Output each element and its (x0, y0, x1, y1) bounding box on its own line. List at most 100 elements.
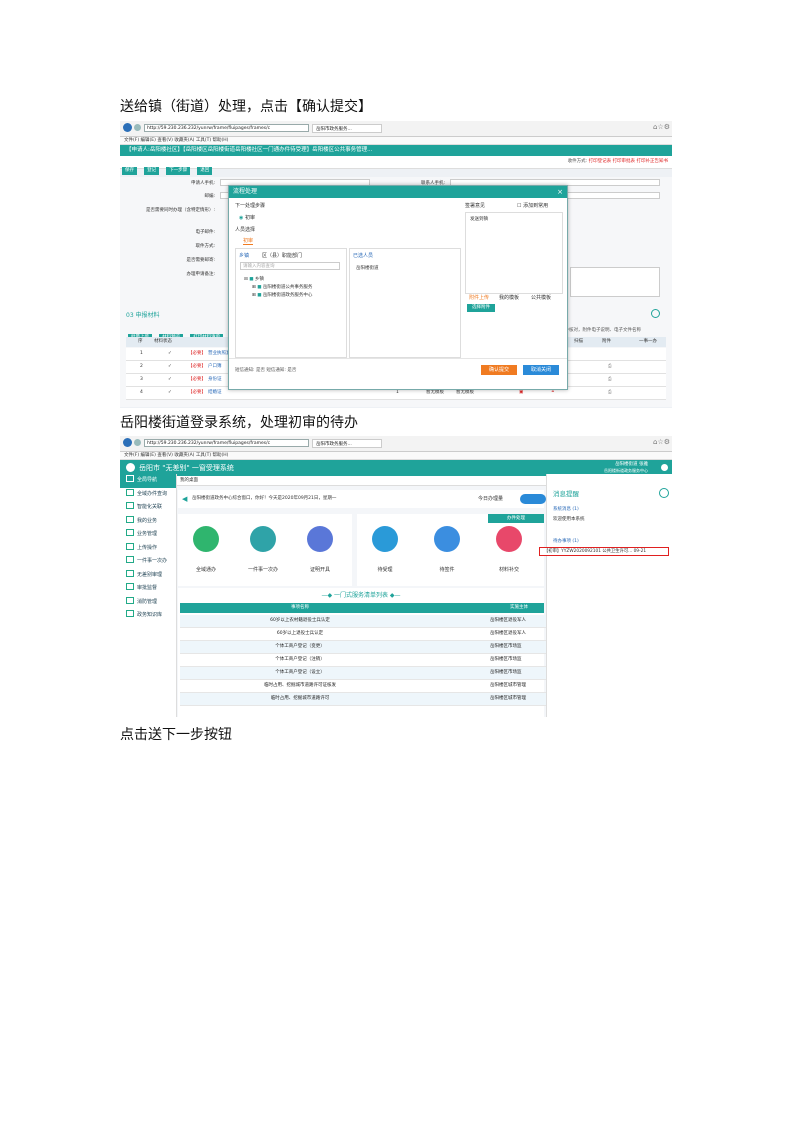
back-icon[interactable] (123, 123, 132, 132)
browser-menu[interactable]: 文件(F) 编辑(E) 查看(V) 收藏夹(A) 工具(T) 帮助(H) (120, 452, 672, 460)
logo-icon (126, 463, 135, 472)
close-icon[interactable]: × (557, 186, 563, 198)
tab-attachment[interactable]: 附件上传 (469, 294, 489, 301)
selected-label: 已选人员 (353, 253, 374, 259)
print-icon[interactable]: ⎙ (608, 374, 612, 386)
screenshot-dashboard: http://59.230.236.232/yunrw/frame/fluipa… (120, 436, 672, 717)
save-button[interactable]: 保存 (122, 167, 137, 175)
caption-step2: 岳阳楼街道登录系统，处理初审的待办 (120, 415, 358, 431)
sidebar-item-fire[interactable]: 消防管理 (120, 596, 176, 610)
list-item[interactable]: 个体工商户登记（注销） 岳阳楼区市场监 (180, 654, 546, 667)
process-tag: 办件处理 (488, 514, 544, 523)
list-item[interactable]: 临时占用、挖掘城市道路许可证核发 岳阳楼区城市管理 (180, 680, 546, 693)
materials-note: 原件核对，附件电子说明、电子文件名称 (560, 328, 641, 333)
add-common-checkbox[interactable]: ☐ 添加到常用 (517, 202, 548, 209)
tab-district-dept[interactable]: 区（县）职能部门 (262, 252, 302, 259)
pending-accept-icon[interactable] (372, 526, 398, 552)
tree-node[interactable]: ⊞ ■ 岳阳楼街道政务服务中心 (252, 292, 312, 298)
list-item[interactable]: 60岁以上农村籍退役士兵认定 岳阳楼区退役军人 (180, 615, 546, 628)
browser-tab[interactable]: 岳阳市政务服务... (312, 439, 382, 448)
form-label: 申请人手机: (190, 181, 215, 186)
tree-search-input[interactable]: 请输入内容查询 (240, 262, 340, 270)
process-dialog: 流程处理 × 下一处理步骤 ◉ 初审 人员选择 初审 乡镇 区（县）职能部门 请输… (228, 185, 568, 390)
tab-township[interactable]: 乡镇 (239, 252, 249, 259)
sidebar-item-review[interactable]: 无差别审理 (120, 569, 176, 583)
sidebar-item-global-nav[interactable]: 全局导航 (120, 474, 176, 488)
forward-icon[interactable] (134, 439, 141, 446)
tree-node[interactable]: ⊟ ■ 乡镇 (244, 276, 264, 282)
tab-my-desktop[interactable]: 我的桌面 (180, 476, 198, 485)
today-count-button[interactable] (520, 494, 546, 504)
sidebar-item-upload[interactable]: 上传操作 (120, 542, 176, 556)
list-item[interactable]: 个体工商户登记（设立） 岳阳楼区市场监 (180, 667, 546, 680)
circle-label: 证明开具 (309, 567, 330, 573)
system-message-label: 系统消息 (1) (553, 507, 579, 512)
supplement-icon[interactable] (496, 526, 522, 552)
back-icon[interactable] (123, 438, 132, 447)
remark-textarea[interactable] (570, 267, 660, 297)
tab-my-template[interactable]: 我的模板 (499, 294, 519, 301)
opinion-label: 签署意见 (465, 203, 486, 209)
list-item[interactable]: 临时占用、挖掘城市道路许可 岳阳楼区城市管理 (180, 693, 546, 706)
print-links[interactable]: 收件方式: 打印登记表 打印审批表 打印补正告知书 (568, 158, 668, 166)
global-service-icon[interactable] (193, 526, 219, 552)
welcome-text: 岳阳楼街道政务中心综合窗口，你好！今天是2020年09月21日，星期一 (192, 496, 337, 501)
select-attachment-button[interactable]: 选择附件 (467, 304, 495, 312)
tab-public-template[interactable]: 公共模板 (531, 294, 551, 301)
home-star-gear-icons[interactable]: ⌂☆⚙ (653, 123, 670, 131)
browser-toolbar: http://59.230.236.232/yunrw/frame/fluipa… (120, 436, 672, 452)
service-panel-left: 全域通办 一件事一次办 证明开具 (178, 514, 352, 586)
one-thing-icon[interactable] (250, 526, 276, 552)
cancel-close-button[interactable]: 取消关闭 (523, 365, 559, 375)
return-button[interactable]: 退回 (197, 167, 213, 175)
list-title: —◆ 一门式服务清单列表 ◆— (321, 592, 401, 599)
home-star-gear-icons[interactable]: ⌂☆⚙ (653, 438, 670, 446)
page-titlebar: 【申请人:岳阳楼社区】【岳阳楼区岳阳楼街道岳阳楼社区一门通办件待受理】岳阳楼区公… (120, 145, 672, 156)
sidebar-item-one-thing[interactable]: 一件事一次办 (120, 555, 176, 569)
tab-first-review[interactable]: 初审 (243, 237, 254, 245)
form-label: 取件方式: (195, 244, 215, 249)
address-bar[interactable]: http://59.230.236.232/yunrw/frame/fluipa… (144, 124, 309, 132)
circle-label: 一件事一次办 (247, 567, 278, 573)
dialog-title: 流程处理 × (229, 186, 567, 198)
certificate-icon[interactable] (307, 526, 333, 552)
collapse-icon[interactable] (651, 309, 660, 318)
pending-sign-icon[interactable] (434, 526, 460, 552)
sidebar-item-business-mgmt[interactable]: 业务管理 (120, 528, 176, 542)
selected-people-panel: 已选人员 岳阳楼街道 (349, 248, 461, 358)
todo-label: 待办事项 (1) (553, 539, 579, 544)
tree-node[interactable]: ⊞ ■ 岳阳楼街道公共事务服务 (252, 284, 312, 290)
step-radio[interactable]: ◉ 初审 (239, 214, 255, 221)
form-label: 是否需要邮寄: (186, 258, 215, 263)
selected-item[interactable]: 岳阳楼街道 (356, 265, 379, 271)
browser-tab[interactable]: 岳阳市政务服务... (312, 124, 382, 133)
caption-step1: 送给镇（街道）处理，点击【确认提交】 (120, 99, 372, 115)
sms-notify[interactable]: 短信通知: 是否 短信通知: 是否 (235, 367, 296, 373)
form-label: 邮编: (204, 194, 215, 199)
org-tree-panel: 乡镇 区（县）职能部门 请输入内容查询 ⊟ ■ 乡镇 ⊞ ■ 岳阳楼街道公共事务… (235, 248, 347, 358)
next-step-button[interactable]: 下一步骤 (166, 167, 191, 175)
collapse-icon[interactable] (659, 488, 669, 498)
todo-item-highlighted[interactable]: 【初审】YYZW2020092101 公共卫生许可... 09-21 (539, 547, 669, 556)
sidebar-item-supervise[interactable]: 审批监督 (120, 582, 176, 596)
sidebar-item-smart[interactable]: 智能化关联 (120, 501, 176, 515)
browser-menu[interactable]: 文件(F) 编辑(E) 查看(V) 收藏夹(A) 工具(T) 帮助(H) (120, 137, 672, 145)
register-button[interactable]: 登记 (144, 167, 160, 175)
list-item[interactable]: 60岁以上退役士兵认定 岳阳楼区退役军人 (180, 628, 546, 641)
speaker-icon: ◀ (182, 495, 188, 503)
list-item[interactable]: 个体工商户登记（变更） 岳阳楼区市场监 (180, 641, 546, 654)
address-bar[interactable]: http://59.230.236.232/yunrw/frame/fluipa… (144, 439, 309, 447)
next-step-label: 下一处理步骤 (235, 203, 266, 209)
power-icon[interactable] (661, 464, 668, 471)
forward-icon[interactable] (134, 124, 141, 131)
circle-label: 待签件 (439, 567, 455, 573)
confirm-submit-button[interactable]: 确认提交 (481, 365, 517, 375)
opinion-textarea[interactable]: 发送到镇 (465, 212, 563, 294)
sidebar: 全局导航 全域办件查询 智能化关联 我的业务 业务管理 上传操作 一件事一次办 … (120, 474, 177, 717)
sidebar-item-knowledge[interactable]: 政务知识库 (120, 609, 176, 623)
print-icon[interactable]: ⎙ (608, 387, 612, 399)
sidebar-item-my-business[interactable]: 我的业务 (120, 515, 176, 529)
sidebar-item-query[interactable]: 全域办件查询 (120, 488, 176, 502)
print-icon[interactable]: ⎙ (608, 361, 612, 373)
system-message-item[interactable]: 欢迎使用本系统 (553, 516, 585, 522)
